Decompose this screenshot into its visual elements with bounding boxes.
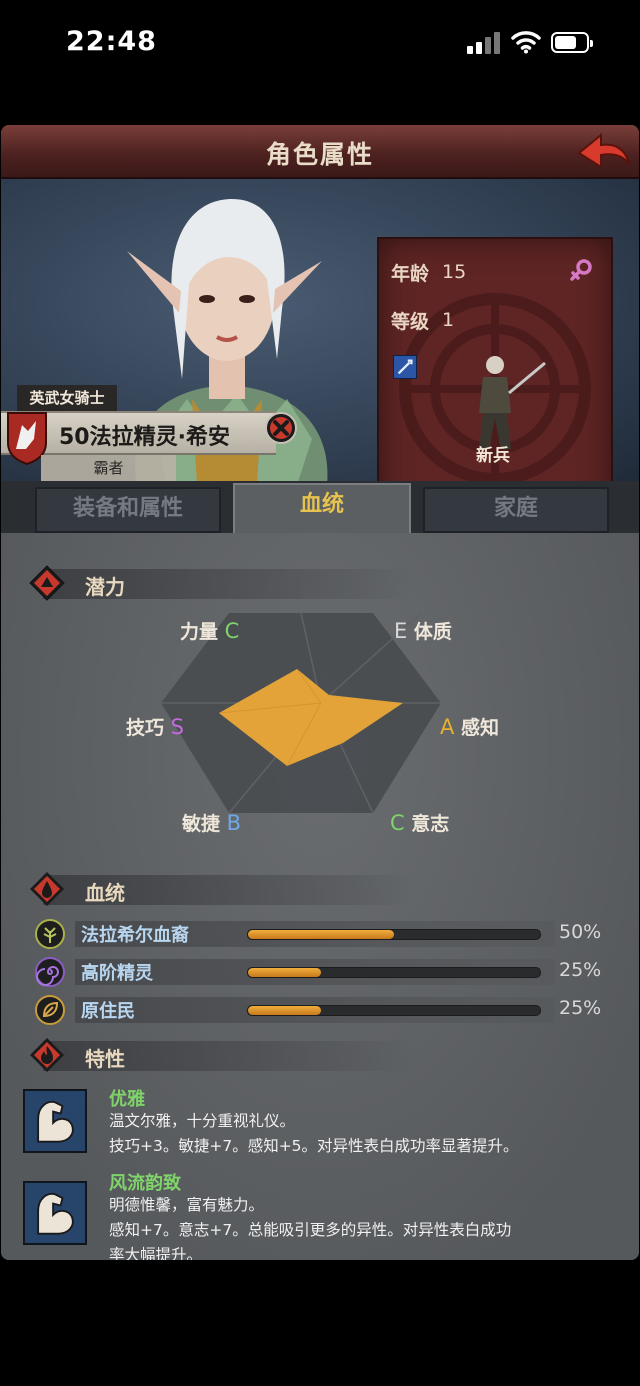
trait-item[interactable]: 优雅 温文尔雅，十分重视礼仪。 技巧+3。敏捷+7。感知+5。对异性表白成功率显… xyxy=(23,1085,623,1175)
bloodline-section-header: 血统 xyxy=(25,869,425,909)
flame-icon xyxy=(30,1038,64,1072)
spiral-icon xyxy=(35,957,65,987)
traits-title: 特性 xyxy=(85,1047,125,1071)
age-value: 15 xyxy=(442,261,467,283)
leaf-icon xyxy=(35,995,65,1025)
character-hero: 英武女骑士 50法拉精灵·希安 霸者 年龄 15 等级 1 新兵 xyxy=(1,179,639,535)
class-tag: 英武女骑士 xyxy=(17,385,117,411)
tree-icon xyxy=(35,919,65,949)
bloodline-row: 高阶精灵 25% xyxy=(35,957,615,987)
status-time: 22:48 xyxy=(66,26,157,57)
bloodline-bar-fill xyxy=(248,1006,321,1015)
back-arrow-icon[interactable] xyxy=(575,129,633,173)
dismiss-icon[interactable] xyxy=(264,411,298,445)
age-label: 年龄 xyxy=(391,263,430,285)
bloodline-bar xyxy=(247,967,541,978)
bloodline-name: 原住民 xyxy=(81,1001,135,1022)
status-bar: 22:48 xyxy=(0,0,640,90)
blood-drop-icon xyxy=(30,872,64,906)
potential-section-header: 潜力 xyxy=(25,563,425,603)
trait-description: 温文尔雅，十分重视礼仪。 技巧+3。敏捷+7。感知+5。对异性表白成功率显著提升… xyxy=(109,1112,519,1155)
bloodline-name: 高阶精灵 xyxy=(81,963,153,984)
potential-will: C 意志 xyxy=(390,811,450,835)
bloodline-percent: 25% xyxy=(559,959,602,981)
potential-icon xyxy=(29,565,65,601)
bloodline-bar xyxy=(247,1005,541,1016)
tab-family[interactable]: 家庭 xyxy=(423,487,609,533)
bloodline-name: 法拉希尔血裔 xyxy=(81,925,189,946)
sword-icon xyxy=(393,355,417,379)
potential-title: 潜力 xyxy=(85,575,125,599)
trait-name: 优雅 xyxy=(109,1089,145,1110)
bloodline-percent: 50% xyxy=(559,921,602,943)
potential-constitution: E 体质 xyxy=(394,619,452,643)
potential-skill: 技巧 S xyxy=(126,715,184,739)
trait-item[interactable]: 风流韵致 明德惟馨，富有魅力。 感知+7。意志+7。总能吸引更多的异性。对异性表… xyxy=(23,1169,623,1260)
title-bar: 角色属性 xyxy=(1,125,639,179)
bloodline-row: 法拉希尔血裔 50% xyxy=(35,919,615,949)
bloodline-bar-fill xyxy=(248,930,394,939)
cellular-signal-icon xyxy=(467,32,501,54)
flexed-arm-icon xyxy=(23,1181,87,1245)
bloodline-title: 血统 xyxy=(85,881,125,905)
tab-equipment[interactable]: 装备和属性 xyxy=(35,487,221,533)
tab-bar: 装备和属性 血统 家庭 xyxy=(1,481,639,535)
potential-agility: 敏捷 B xyxy=(182,811,242,835)
page-title: 角色属性 xyxy=(265,140,374,169)
bloodline-bar xyxy=(247,929,541,940)
female-icon xyxy=(570,259,592,281)
bloodline-row: 原住民 25% xyxy=(35,995,615,1025)
character-name: 50法拉精灵·希安 xyxy=(59,425,230,450)
bloodline-content: 潜力 力量 C E 体质 A 感知 C 意志 敏捷 B 技巧 S 血统 法拉希尔… xyxy=(1,533,639,1260)
tab-bloodline[interactable]: 血统 xyxy=(233,483,411,535)
potential-perception: A 感知 xyxy=(440,715,500,739)
app-window: 角色属性 英武女骑士 50法拉精灵·希安 霸者 年龄 15 等级 1 新兵 装备… xyxy=(1,125,639,1260)
battery-icon xyxy=(551,32,593,53)
bloodline-percent: 25% xyxy=(559,997,602,1019)
level-value: 1 xyxy=(442,309,455,331)
wifi-icon xyxy=(511,31,541,54)
potential-strength: 力量 C xyxy=(180,619,240,643)
level-label: 等级 xyxy=(391,311,430,333)
rank-label: 新兵 xyxy=(476,446,510,466)
flexed-arm-icon xyxy=(23,1089,87,1153)
traits-section-header: 特性 xyxy=(25,1035,425,1075)
bloodline-bar-fill xyxy=(248,968,321,977)
trait-description: 明德惟馨，富有魅力。 感知+7。意志+7。总能吸引更多的异性。对异性表白成功 率… xyxy=(109,1196,512,1260)
trait-name: 风流韵致 xyxy=(109,1173,181,1194)
character-title: 霸者 xyxy=(41,455,176,481)
